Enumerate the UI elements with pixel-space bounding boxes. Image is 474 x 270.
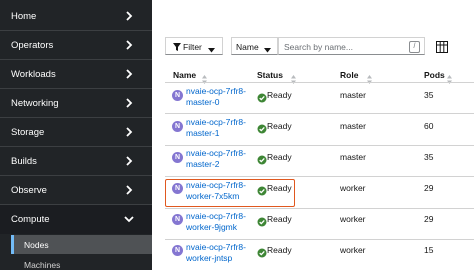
nav-item-home[interactable]: Home	[0, 2, 152, 31]
row-divider	[165, 208, 474, 209]
node-resource-icon: N	[172, 90, 183, 101]
pods-count: 29	[424, 183, 434, 193]
node-name-line2: master-1	[186, 127, 220, 138]
node-name-line2: worker-jntsp	[186, 252, 233, 263]
pods-count: 60	[424, 121, 434, 131]
sub-item-label: Nodes	[24, 240, 49, 250]
row-divider	[165, 113, 474, 114]
role-text: worker	[340, 183, 366, 193]
node-name-line1: nvaie-ocp-7rfr8-	[186, 242, 246, 252]
row-divider	[165, 82, 474, 83]
column-header-role[interactable]: Role	[340, 70, 358, 80]
search-placeholder: Search by name...	[284, 42, 353, 52]
nav-item-builds[interactable]: Builds	[0, 147, 152, 176]
check-circle-icon	[257, 152, 267, 165]
check-circle-icon	[257, 214, 267, 227]
node-name-line1: nvaie-ocp-7rfr8-	[186, 211, 246, 221]
node-resource-icon: N	[172, 152, 183, 163]
role-text: worker	[340, 245, 366, 255]
row-divider	[165, 176, 474, 177]
sort-icon[interactable]	[447, 71, 452, 89]
check-circle-icon	[257, 121, 267, 134]
nav-item-networking[interactable]: Networking	[0, 89, 152, 118]
node-name-link[interactable]: nvaie-ocp-7rfr8- worker-9jgmk	[186, 211, 246, 232]
chevron-right-icon	[124, 10, 134, 22]
column-header-status[interactable]: Status	[257, 70, 283, 80]
node-name-link[interactable]: nvaie-ocp-7rfr8- master-0	[186, 86, 246, 107]
caret-down-icon	[264, 45, 271, 55]
sub-item-label: Machines	[24, 260, 61, 270]
chevron-down-icon	[124, 213, 134, 225]
pods-count: 15	[424, 245, 434, 255]
pods-count: 35	[424, 90, 434, 100]
nav-item-label: Home	[11, 11, 37, 22]
chevron-right-icon	[124, 97, 134, 109]
pods-count: 35	[424, 152, 434, 162]
sort-icon[interactable]	[291, 71, 296, 89]
status-text: Ready	[267, 121, 292, 131]
caret-down-icon	[208, 45, 215, 55]
check-circle-icon	[257, 90, 267, 103]
chevron-right-icon	[124, 39, 134, 51]
search-input[interactable]: Search by name... /	[278, 37, 425, 55]
node-name-link[interactable]: nvaie-ocp-7rfr8- master-2	[186, 148, 246, 169]
sidebar-item-machines[interactable]: Machines	[11, 255, 152, 270]
chevron-right-icon	[124, 126, 134, 138]
nav-item-label: Storage	[11, 127, 45, 138]
nav-item-operators[interactable]: Operators	[0, 31, 152, 60]
chevron-right-icon	[124, 155, 134, 167]
nav-item-workloads[interactable]: Workloads	[0, 60, 152, 89]
column-header-pods[interactable]: Pods	[424, 70, 445, 80]
role-text: worker	[340, 214, 366, 224]
node-name-link[interactable]: nvaie-ocp-7rfr8- master-1	[186, 117, 246, 138]
row-divider	[165, 239, 474, 240]
nav-item-label: Networking	[11, 98, 59, 109]
column-header-name[interactable]: Name	[173, 70, 196, 80]
chevron-right-icon	[124, 68, 134, 80]
node-name-line1: nvaie-ocp-7rfr8-	[186, 148, 246, 158]
pods-count: 29	[424, 214, 434, 224]
manage-columns-icon[interactable]	[436, 40, 448, 53]
node-name-line2: master-0	[186, 96, 220, 107]
nav-item-label: Workloads	[11, 69, 56, 80]
role-text: master	[340, 90, 366, 100]
filter-label: Filter	[183, 42, 202, 52]
filter-type-select[interactable]: Name	[231, 37, 278, 55]
status-text: Ready	[267, 90, 292, 100]
keyboard-shortcut-hint: /	[409, 41, 420, 53]
nav-item-compute[interactable]: Compute	[0, 205, 152, 234]
node-resource-icon: N	[172, 245, 183, 256]
role-text: master	[340, 152, 366, 162]
nav-item-label: Operators	[11, 40, 54, 51]
chevron-right-icon	[124, 184, 134, 196]
node-resource-icon: N	[172, 121, 183, 132]
nav-item-observe[interactable]: Observe	[0, 176, 152, 205]
filter-type-value: Name	[236, 42, 259, 52]
check-circle-icon	[257, 245, 267, 258]
node-resource-icon: N	[172, 214, 183, 225]
filter-dropdown-button[interactable]: Filter	[165, 37, 223, 55]
role-text: master	[340, 121, 366, 131]
nav-item-storage[interactable]: Storage	[0, 118, 152, 147]
row-divider	[165, 145, 474, 146]
nav-item-label: Observe	[11, 185, 47, 196]
node-name-line2: master-2	[186, 158, 220, 169]
node-name-line1: nvaie-ocp-7rfr8-	[186, 117, 246, 127]
filter-icon	[173, 43, 181, 53]
status-text: Ready	[267, 245, 292, 255]
status-text: Ready	[267, 152, 292, 162]
nav-item-label: Compute	[11, 214, 50, 225]
node-name-link[interactable]: nvaie-ocp-7rfr8- worker-jntsp	[186, 242, 246, 263]
node-name-line2: worker-9jgmk	[186, 221, 238, 232]
sidebar-nav: Home Operators Workloads Networking Stor…	[0, 0, 152, 270]
sort-icon[interactable]	[367, 71, 372, 89]
nav-item-label: Builds	[11, 156, 37, 167]
node-name-line1: nvaie-ocp-7rfr8-	[186, 86, 246, 96]
status-text: Ready	[267, 214, 292, 224]
highlight-box	[165, 179, 295, 207]
sidebar-item-nodes[interactable]: Nodes	[11, 235, 152, 254]
